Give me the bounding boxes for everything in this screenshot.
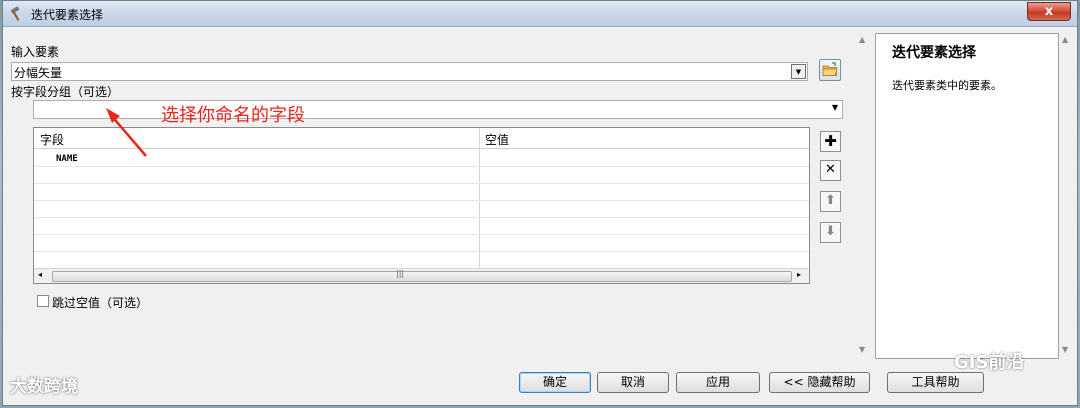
- scroll-left-icon[interactable]: ◂: [38, 270, 42, 279]
- annotation-text: 选择你命名的字段: [161, 105, 305, 126]
- move-up-button[interactable]: ⬆: [820, 191, 841, 212]
- scroll-down-icon[interactable]: ▼: [859, 345, 865, 354]
- scrollbar-thumb[interactable]: [52, 271, 792, 282]
- group-by-field-label: 按字段分组（可选）: [11, 85, 120, 99]
- apply-button[interactable]: 应用: [676, 372, 760, 393]
- folder-icon: [822, 62, 838, 76]
- scroll-down-icon[interactable]: ▼: [1062, 345, 1068, 354]
- move-down-button[interactable]: ⬇: [820, 222, 841, 243]
- add-field-button[interactable]: ✚: [820, 131, 841, 152]
- cancel-button[interactable]: 取消: [597, 372, 669, 393]
- watermark-right: GIS前沿: [954, 352, 1025, 373]
- scroll-right-icon[interactable]: ▸: [797, 270, 801, 279]
- help-title: 迭代要素选择: [892, 45, 976, 61]
- grip-icon: |||: [396, 269, 405, 278]
- scroll-up-icon[interactable]: ▲: [1062, 35, 1068, 44]
- title-bar[interactable]: 迭代要素选择 x: [3, 1, 1077, 27]
- row-divider: [34, 217, 809, 218]
- input-features-value: 分幅矢量: [14, 66, 63, 80]
- parameters-vertical-scrollbar[interactable]: ▲ ▼: [857, 33, 871, 359]
- hammer-icon: [10, 6, 20, 21]
- row-divider: [34, 183, 809, 184]
- input-features-combo[interactable]: 分幅矢量 ▼: [11, 62, 808, 81]
- move-up-icon: ⬆: [825, 193, 836, 208]
- row-divider: [34, 166, 809, 167]
- browse-button[interactable]: [819, 59, 841, 81]
- parameters-pane: 输入要素 分幅矢量 ▼ 按字段分组（可选） ▼ 选择你命名的字段 字段 空值 N…: [11, 33, 855, 359]
- column-header-field[interactable]: 字段: [40, 131, 64, 148]
- dialog-client: 输入要素 分幅矢量 ▼ 按字段分组（可选） ▼ 选择你命名的字段 字段 空值 N…: [11, 33, 1071, 393]
- dialog-window: 迭代要素选择 x 输入要素 分幅矢量 ▼ 按字段分组（可选） ▼ 选择你命名的字…: [2, 0, 1078, 406]
- ok-button[interactable]: 确定: [519, 372, 591, 393]
- annotation-arrow: [106, 108, 147, 157]
- chevron-down-icon[interactable]: ▼: [791, 64, 806, 79]
- column-divider: [479, 128, 480, 268]
- close-button[interactable]: x: [1027, 2, 1071, 21]
- input-features-label: 输入要素: [11, 45, 60, 59]
- move-down-icon: ⬇: [825, 224, 836, 239]
- scroll-up-icon[interactable]: ▲: [859, 35, 865, 44]
- help-pane: 迭代要素选择 迭代要素类中的要素。: [875, 33, 1059, 359]
- row-divider: [34, 200, 809, 201]
- delete-icon: ✕: [825, 162, 836, 177]
- horizontal-scrollbar[interactable]: ◂ ||| ▸: [34, 268, 809, 283]
- row-divider: [34, 251, 809, 252]
- plus-icon: ✚: [824, 132, 837, 150]
- hide-help-button[interactable]: << 隐藏帮助: [769, 372, 870, 393]
- tool-help-button[interactable]: 工具帮助: [887, 372, 984, 393]
- help-body: 迭代要素类中的要素。: [892, 79, 1002, 92]
- row-divider: [34, 234, 809, 235]
- help-vertical-scrollbar[interactable]: ▲ ▼: [1061, 33, 1071, 359]
- skip-null-label: 跳过空值（可选）: [52, 296, 149, 310]
- column-header-null[interactable]: 空值: [485, 131, 509, 148]
- remove-field-button[interactable]: ✕: [820, 160, 841, 181]
- window-title: 迭代要素选择: [31, 8, 104, 22]
- skip-null-checkbox[interactable]: [37, 295, 49, 307]
- watermark-left: 大数跨境: [10, 377, 78, 397]
- chevron-down-icon[interactable]: ▼: [832, 103, 838, 112]
- table-row[interactable]: NAME: [56, 154, 78, 164]
